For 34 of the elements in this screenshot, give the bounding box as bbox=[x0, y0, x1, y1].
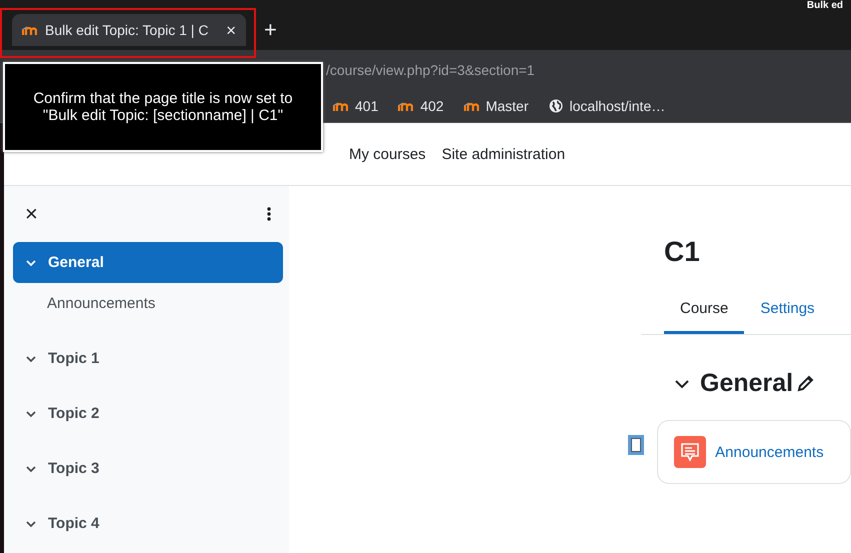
globe-icon bbox=[548, 99, 563, 113]
course-tab[interactable]: Settings bbox=[744, 290, 831, 334]
address-bar[interactable]: /course/view.php?id=3&section=1 bbox=[326, 62, 535, 78]
bookmark[interactable]: localhost/inte… bbox=[548, 98, 666, 114]
pencil-icon[interactable] bbox=[797, 375, 814, 392]
checkbox[interactable] bbox=[628, 435, 644, 455]
course-index-activity[interactable]: Announcements bbox=[13, 283, 283, 324]
course-index-section[interactable]: Topic 1 bbox=[13, 338, 283, 379]
moodle-logo-icon bbox=[333, 100, 348, 112]
close-button[interactable]: × bbox=[25, 203, 38, 225]
moodle-logo-icon bbox=[398, 100, 414, 112]
more-menu-icon[interactable] bbox=[267, 207, 271, 221]
course-index-section[interactable]: Topic 4 bbox=[13, 503, 283, 544]
course-tab[interactable]: Course bbox=[664, 290, 744, 334]
bookmark[interactable]: Master bbox=[464, 98, 529, 114]
new-tab-button[interactable]: + bbox=[264, 19, 277, 41]
nav-link[interactable]: Site administration bbox=[442, 146, 566, 162]
nav-link[interactable]: My courses bbox=[349, 146, 426, 162]
bookmark[interactable]: 402 bbox=[398, 98, 444, 114]
browser-tab[interactable]: Bulk edit Topic: Topic 1 | C × bbox=[12, 14, 246, 46]
close-tab-button[interactable]: × bbox=[226, 22, 236, 38]
course-index-section[interactable]: Topic 3 bbox=[13, 448, 283, 489]
bookmark[interactable]: 401 bbox=[333, 98, 378, 114]
forum-icon bbox=[674, 436, 706, 468]
section-title: General bbox=[700, 369, 794, 398]
course-title: C1 bbox=[664, 236, 701, 268]
window-title: Bulk ed bbox=[806, 0, 843, 12]
tooltip-text: Confirm that the page title is now set to "Bulk edit Topic: [sectionname] | C1" bbox=[32, 90, 294, 124]
moodle-logo-icon bbox=[464, 100, 479, 112]
course-index-section[interactable]: General bbox=[13, 242, 283, 283]
activity-link[interactable]: Announcements bbox=[715, 444, 824, 460]
moodle-logo-icon bbox=[22, 24, 37, 36]
course-index-section[interactable]: Topic 2 bbox=[13, 393, 283, 434]
tab-title: Bulk edit Topic: Topic 1 | C bbox=[45, 22, 210, 38]
